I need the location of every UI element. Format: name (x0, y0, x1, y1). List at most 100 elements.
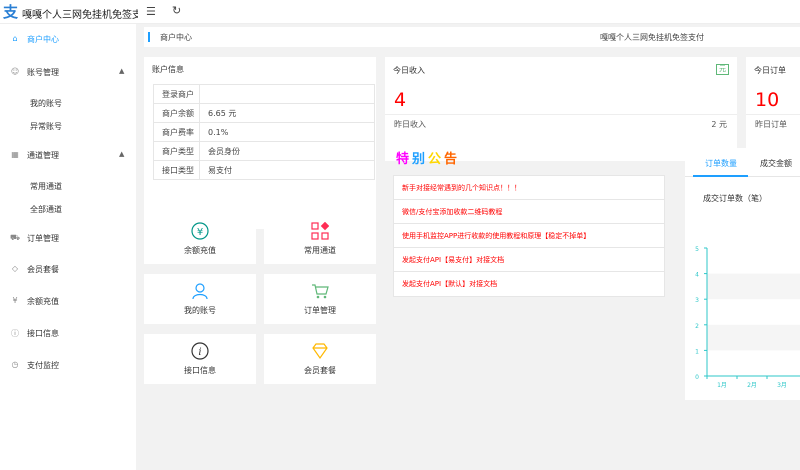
account-info-title: 账户信息 (152, 65, 184, 74)
chevron-up-icon: ▲ (119, 150, 125, 158)
sidebar-item-api-info[interactable]: ⓘ 接口信息 (0, 322, 136, 346)
row-key: 商户费率 (153, 122, 200, 142)
sidebar-item-membership[interactable]: ◇ 会员套餐 (0, 258, 136, 282)
notice-item[interactable]: 发起支付API【易支付】对接文档 (394, 248, 664, 272)
breadcrumb-site-title: 嘎嘎个人三网免挂机免签支付 (600, 33, 704, 42)
sidebar-item-label: 商户中心 (27, 35, 59, 44)
y-tick-label: 2 (695, 323, 699, 330)
notice-item[interactable]: 使用手机监控APP进行收款的使用教程和原理【稳定不掉单】 (394, 224, 664, 248)
tile-label: 常用通道 (304, 246, 336, 255)
sidebar-item-label: 接口信息 (27, 329, 59, 338)
row-key: 商户类型 (153, 141, 200, 161)
notice-item[interactable]: 新手对接经常遇到的几个知识点！！！ (394, 176, 664, 200)
today-orders-title: 今日订单 (754, 66, 786, 75)
chart-title: 成交订单数（笔） (703, 194, 767, 203)
y-tick-label: 5 (695, 246, 699, 253)
tile-membership[interactable]: 会员套餐 (264, 334, 376, 384)
notice-title-char: 告 (444, 152, 459, 167)
home-icon: ⌂ (12, 34, 18, 43)
sidebar: ⌂ 商户中心 ☺ 账号管理 ▲ 我的账号 异常账号 ▦ 通道管理 ▲ 常用通道 … (0, 24, 136, 470)
sidebar-item-label: 通道管理 (27, 151, 59, 160)
grid-icon: ▦ (11, 150, 19, 159)
sidebar-item-merchant-center[interactable]: ⌂ 商户中心 (0, 28, 136, 52)
breadcrumb: 商户中心 嘎嘎个人三网免挂机免签支付 (144, 27, 800, 47)
tab-active-underline (693, 175, 748, 177)
tile-common-channel[interactable]: 常用通道 (264, 214, 376, 264)
sidebar-subitem-common-channel[interactable]: 常用通道 (30, 181, 62, 192)
sidebar-item-recharge[interactable]: ¥ 余额充值 (0, 290, 136, 314)
diamond-icon (264, 342, 376, 364)
table-row: 登录商户 (153, 84, 375, 104)
sidebar-item-label: 订单管理 (27, 234, 59, 243)
divider (746, 114, 800, 115)
sidebar-item-pay-monitor[interactable]: ◷ 支付监控 (0, 354, 136, 378)
notice-list: 新手对接经常遇到的几个知识点！！！ 微信/支付宝添加收款二维码教程 使用手机监控… (393, 175, 665, 297)
row-value: 会员身份 (199, 141, 375, 161)
table-row: 商户余额 6.65 元 (153, 103, 375, 123)
notice-item[interactable]: 发起支付API【默认】对接文档 (394, 272, 664, 296)
tab-deal-amount[interactable]: 成交金额 (760, 158, 792, 169)
table-row: 接口类型 易支付 (153, 160, 375, 180)
row-key: 商户余额 (153, 103, 200, 123)
x-tick-label: 2月 (747, 382, 757, 389)
grid-band (707, 324, 800, 351)
stats-chart-card: 订单数量 成交金额 成交订单数（笔） 0 1 2 3 4 5 1月 2月 3月 (685, 148, 800, 400)
refresh-icon[interactable]: ↻ (172, 4, 181, 17)
account-info-table: 登录商户 商户余额 6.65 元 商户费率 0.1% 商户类型 会员身份 接口类型 易支… (153, 84, 375, 180)
grid-band (707, 273, 800, 300)
sidebar-item-channel[interactable]: ▦ 通道管理 ▲ (0, 144, 136, 168)
tile-orders[interactable]: 订单管理 (264, 274, 376, 324)
notice-title: 特别公告 (395, 148, 459, 167)
today-orders-value: 10 (755, 89, 780, 111)
tile-recharge[interactable]: ¥ 余额充值 (144, 214, 256, 264)
chevron-up-icon: ▲ (119, 67, 125, 75)
yesterday-income-value: 2 元 (711, 120, 727, 129)
top-bar: 支 嘎嘎个人三网免挂机免签支付 ☰ ↻ (0, 0, 800, 24)
tile-label: 余额充值 (184, 246, 216, 255)
tile-label: 会员套餐 (304, 366, 336, 375)
breadcrumb-accent (148, 32, 150, 42)
notice-item[interactable]: 微信/支付宝添加收款二维码教程 (394, 200, 664, 224)
x-tick-label: 1月 (717, 382, 727, 389)
speedometer-icon: ◷ (11, 360, 19, 369)
y-tick-label: 1 (695, 348, 699, 355)
sidebar-item-account[interactable]: ☺ 账号管理 ▲ (0, 61, 136, 85)
sidebar-item-label: 余额充值 (27, 297, 59, 306)
today-income-value: 4 (394, 89, 407, 111)
today-orders-card: 今日订单 10 昨日订单 (746, 57, 800, 161)
sidebar-subitem-my-account[interactable]: 我的账号 (30, 98, 62, 109)
tile-api-info[interactable]: i 接口信息 (144, 334, 256, 384)
sidebar-subitem-all-channel[interactable]: 全部通道 (30, 204, 62, 215)
tile-label: 接口信息 (184, 366, 216, 375)
menu-icon[interactable]: ☰ (146, 5, 156, 18)
yen-icon: ¥ (12, 296, 18, 305)
divider (385, 114, 737, 115)
today-income-title: 今日收入 (393, 66, 425, 75)
row-key: 接口类型 (153, 160, 200, 180)
line-chart: 0 1 2 3 4 5 1月 2月 3月 (695, 246, 800, 389)
yesterday-orders-label: 昨日订单 (755, 120, 787, 129)
apps-icon (264, 221, 376, 244)
svg-text:i: i (198, 347, 201, 358)
row-value: 6.65 元 (199, 103, 375, 123)
tile-my-account[interactable]: 我的账号 (144, 274, 256, 324)
table-row: 商户类型 会员身份 (153, 141, 375, 161)
yesterday-income-label: 昨日收入 (394, 120, 426, 129)
row-value: 易支付 (199, 160, 375, 180)
sidebar-subitem-abnormal-account[interactable]: 异常账号 (30, 121, 62, 132)
app-title: 嘎嘎个人三网免挂机免签支付 (22, 10, 138, 21)
sidebar-item-orders[interactable]: ⛟ 订单管理 (0, 227, 136, 251)
user-icon (144, 282, 256, 304)
info-icon: i (144, 342, 256, 364)
tab-order-count[interactable]: 订单数量 (705, 158, 737, 169)
user-icon: ☺ (10, 67, 20, 76)
y-tick-label: 0 (695, 374, 699, 381)
cart-icon: ⛟ (10, 233, 21, 242)
sidebar-item-label: 支付监控 (27, 361, 59, 370)
sidebar-item-label: 会员套餐 (27, 265, 59, 274)
notice-title-char: 别 (412, 152, 427, 167)
y-tick-label: 3 (695, 297, 699, 304)
x-tick-label: 3月 (777, 382, 787, 389)
row-key: 登录商户 (153, 84, 200, 104)
sidebar-item-label: 账号管理 (27, 68, 59, 77)
